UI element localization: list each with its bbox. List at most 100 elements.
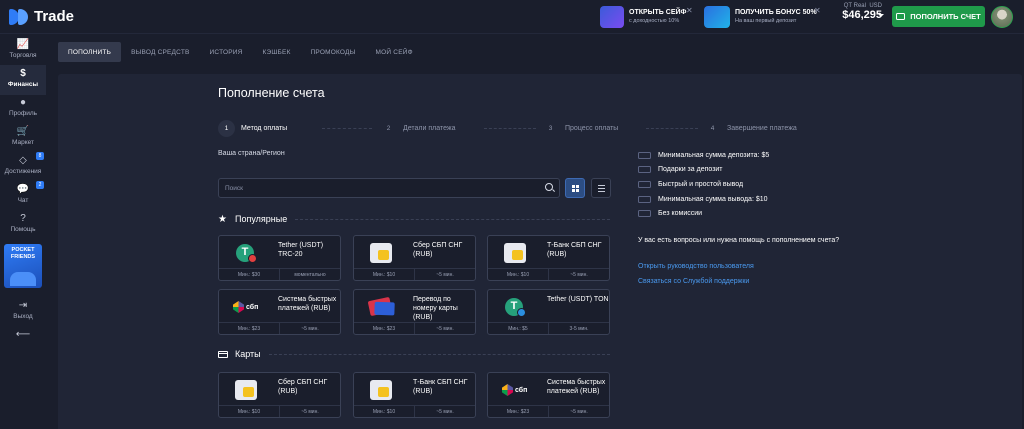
top-bar: Trade ОТКРЫТЬ СЕЙФ с доходностью 10% ✕ П… xyxy=(0,0,1024,34)
payment-method-card[interactable]: Т-Банк СБП СНГ (RUB) Мин.: $10 ~5 мин. xyxy=(353,372,476,418)
step-number: 1 xyxy=(218,119,235,137)
payment-method-card[interactable]: Т-Банк СБП СНГ (RUB) Мин.: $10 ~5 мин. xyxy=(487,235,610,281)
sidebar-item-market[interactable]: 🛒 Маркет xyxy=(0,123,46,153)
min-deposit-icon xyxy=(638,151,651,159)
step-label: Метод оплаты xyxy=(241,124,288,132)
tab-withdraw[interactable]: ВЫВОД СРЕДСТВ xyxy=(121,42,199,62)
sber-sbp-icon xyxy=(233,379,257,401)
step-payment-details: 2 Детали платежа xyxy=(380,119,456,137)
wallet-icon xyxy=(896,13,906,20)
tether-ton-icon xyxy=(502,296,526,318)
finance-tabs: ПОПОЛНИТЬ ВЫВОД СРЕДСТВ ИСТОРИЯ КЭШБЕК П… xyxy=(58,42,423,62)
help-question: У вас есть вопросы или нужна помощь с по… xyxy=(638,237,840,244)
processing-time: моментально xyxy=(279,269,340,280)
close-icon[interactable]: ✕ xyxy=(686,6,693,15)
balance-selector[interactable]: QT Real USD $46,295 xyxy=(836,3,882,21)
method-name: Т-Банк СБП СНГ (RUB) xyxy=(547,242,602,258)
section-title: Карты xyxy=(235,349,261,359)
sidebar-item-label: Достижения xyxy=(4,168,42,175)
support-link[interactable]: Связаться со Службой поддержки xyxy=(638,278,749,285)
sidebar-item-label: Выход xyxy=(13,313,33,320)
payment-method-card[interactable]: Сбер СБП СНГ (RUB) Мин.: $10 ~5 мин. xyxy=(353,235,476,281)
info-item: Быстрый и простой вывод xyxy=(638,177,898,192)
search-icon[interactable] xyxy=(545,183,553,191)
tab-my-safe[interactable]: МОЙ СЕЙФ xyxy=(366,42,423,62)
sidebar-item-help[interactable]: ? Помощь xyxy=(0,210,46,240)
promo-bonus[interactable]: ПОЛУЧИТЬ БОНУС 50% На ваш первый депозит xyxy=(704,5,817,29)
payment-method-card[interactable]: Tether (USDT) TON Мин.: $5 3-5 мин. xyxy=(487,289,610,335)
tab-promocodes[interactable]: ПРОМОКОДЫ xyxy=(301,42,366,62)
sidebar-item-trading[interactable]: 📈 Торговля xyxy=(0,36,46,66)
min-amount: Мин.: $30 xyxy=(237,271,261,278)
avatar[interactable] xyxy=(991,6,1013,28)
section-title: Популярные xyxy=(235,214,288,224)
promo-open-safe[interactable]: ОТКРЫТЬ СЕЙФ с доходностью 10% xyxy=(600,5,687,29)
info-text: Подарки за депозит xyxy=(658,166,723,174)
logo-icon xyxy=(9,8,31,25)
search-input[interactable] xyxy=(219,179,539,197)
search-box xyxy=(218,178,560,198)
min-amount: Мин.: $10 xyxy=(506,271,530,278)
sidebar-item-label: Маркет xyxy=(11,139,34,146)
region-label: Ваша страна/Регион xyxy=(218,150,285,157)
processing-time: ~5 мин. xyxy=(414,406,475,417)
payment-method-card[interactable]: Перевод по номеру карты (RUB) Мин.: $23 ~… xyxy=(353,289,476,335)
sidebar-item-logout[interactable]: ⇥ Выход xyxy=(0,297,46,327)
processing-time: 3-5 мин. xyxy=(548,323,609,334)
method-name: Tether (USDT) TON xyxy=(547,296,609,303)
deposit-info-list: Минимальная сумма депозита: $5 Подарки з… xyxy=(638,148,898,221)
list-view-button[interactable] xyxy=(591,178,611,198)
info-item: Минимальная сумма вывода: $10 xyxy=(638,192,898,207)
star-icon: ★ xyxy=(218,213,227,225)
min-amount: Мин.: $5 xyxy=(508,325,528,332)
sidebar-item-finance[interactable]: $ Финансы xyxy=(0,65,46,95)
logo[interactable]: Trade xyxy=(9,8,74,25)
help-icon: ? xyxy=(20,213,26,224)
pocket-friends-banner[interactable]: POCKET FRIENDS xyxy=(4,244,42,288)
method-name: Т-Банк СБП СНГ (RUB) xyxy=(413,379,468,395)
chart-icon: 📈 xyxy=(16,39,30,50)
step-divider xyxy=(484,128,536,129)
sbp-logo-text: сбп xyxy=(515,386,528,394)
sidebar: 📈 Торговля $ Финансы ● Профиль 🛒 Маркет … xyxy=(0,34,46,429)
processing-time: ~5 мин. xyxy=(548,269,609,280)
user-guide-link[interactable]: Открыть руководство пользователя xyxy=(638,263,754,270)
payment-method-card[interactable]: сбп Система быстрых платежей (RUB) Мин.:… xyxy=(487,372,610,418)
promo-title: ОТКРЫТЬ СЕЙФ xyxy=(629,9,687,16)
payment-method-card[interactable]: сбп Система быстрых платежей (RUB) Мин.:… xyxy=(218,289,341,335)
gift-icon xyxy=(638,166,651,174)
chevron-down-icon[interactable] xyxy=(878,14,884,17)
method-name: Система быстрых платежей (RUB) xyxy=(547,379,606,395)
payment-method-card[interactable]: Tether (USDT) TRC-20 Мин.: $30 моментальн… xyxy=(218,235,341,281)
sidebar-item-profile[interactable]: ● Профиль xyxy=(0,94,46,124)
grid-icon xyxy=(572,185,579,192)
info-text: Без комиссии xyxy=(658,210,703,218)
tab-deposit[interactable]: ПОПОЛНИТЬ xyxy=(58,42,122,62)
user-icon: ● xyxy=(19,97,27,108)
bonus-icon xyxy=(704,6,730,28)
sbp-icon: сбп xyxy=(233,296,259,318)
deposit-button[interactable]: ПОПОЛНИТЬ СЧЕТ xyxy=(892,6,985,27)
step-divider xyxy=(646,128,698,129)
tab-history[interactable]: ИСТОРИЯ xyxy=(200,42,253,62)
processing-time: ~5 мин. xyxy=(414,323,475,334)
sidebar-item-chat[interactable]: 💬 Чат 2 xyxy=(0,181,46,211)
friends-illustration-icon xyxy=(10,272,36,286)
payment-method-card[interactable]: Сбер СБП СНГ (RUB) Мин.: $10 ~5 мин. xyxy=(218,372,341,418)
section-popular: ★ Популярные xyxy=(218,212,610,226)
close-icon[interactable]: ✕ xyxy=(814,6,821,15)
collapse-sidebar-button[interactable]: ⟵ xyxy=(0,326,46,340)
achievements-badge: 8 xyxy=(36,152,44,160)
info-item: Подарки за депозит xyxy=(638,163,898,178)
section-cards: Карты xyxy=(218,347,610,361)
tab-cashback[interactable]: КЭШБЕК xyxy=(253,42,301,62)
logout-icon: ⇥ xyxy=(18,300,28,311)
processing-time: ~5 мин. xyxy=(548,406,609,417)
sidebar-item-achievements[interactable]: ◇ Достижения 8 xyxy=(0,152,46,182)
grid-view-button[interactable] xyxy=(565,178,585,198)
no-fee-icon xyxy=(638,210,651,218)
promo-title: ПОЛУЧИТЬ БОНУС 50% xyxy=(735,9,817,16)
logo-text: Trade xyxy=(34,8,75,25)
min-amount: Мин.: $23 xyxy=(506,408,530,415)
sbp-logo-text: сбп xyxy=(246,303,259,311)
